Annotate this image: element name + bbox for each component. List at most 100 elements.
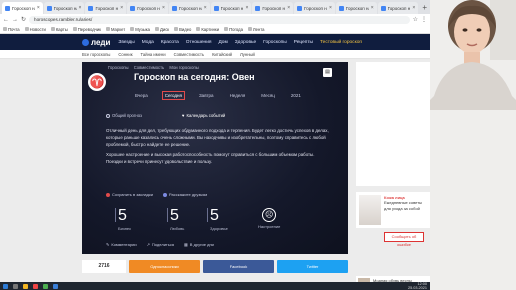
bookmark-item[interactable]: Музыка — [130, 27, 150, 32]
calendar-link[interactable]: ♥ Календарь событий — [182, 113, 225, 118]
subnav-item[interactable]: Лунный — [240, 52, 255, 57]
search-icon[interactable] — [13, 283, 18, 289]
close-tab-icon[interactable]: × — [120, 5, 123, 11]
nav-item[interactable]: Гороскопы — [263, 40, 287, 45]
subnav-item[interactable]: Китайский — [212, 52, 232, 57]
breadcrumb: Гороскопы Совместимость Мои гороскопы — [108, 65, 203, 70]
share-icon: ↗ — [146, 242, 150, 247]
nav-item[interactable]: Красота — [161, 40, 179, 45]
breadcrumb-item[interactable]: Гороскопы — [108, 65, 129, 70]
browser-tab[interactable]: Гороскоп на се× — [294, 2, 335, 14]
menu-icon[interactable]: ⋮ — [421, 16, 427, 23]
site-logo[interactable]: леди — [82, 38, 110, 47]
browser-tab[interactable]: Гороскоп на се× — [210, 2, 252, 14]
share-link[interactable]: ↗ Поделиться — [147, 242, 174, 247]
nav-item[interactable]: Здоровье — [235, 40, 256, 45]
breadcrumb-item[interactable]: Совместимость — [134, 65, 165, 70]
back-icon[interactable]: ← — [3, 17, 9, 23]
comments-link[interactable]: ✎ Комментарии — [106, 242, 137, 247]
bookmark-item[interactable]: Новости — [24, 27, 46, 32]
bookmark-item[interactable]: Диск — [155, 27, 169, 32]
share-facebook-button[interactable]: Facebook — [203, 260, 274, 273]
bookmark-item[interactable]: Картинки — [196, 27, 219, 32]
tab-yesterday[interactable]: Вчера — [133, 92, 150, 99]
tab-month[interactable]: Месяц — [259, 92, 277, 99]
close-tab-icon[interactable]: × — [162, 5, 165, 11]
app-icon[interactable] — [43, 283, 48, 289]
nav-item[interactable]: Отношения — [186, 40, 212, 45]
close-tab-icon[interactable]: × — [329, 5, 332, 11]
close-tab-icon[interactable]: × — [79, 5, 82, 11]
forecast-switch[interactable]: Общий прогноз — [106, 113, 142, 118]
star-icon[interactable]: ☆ — [413, 16, 418, 23]
print-icon[interactable]: ▤ — [323, 68, 332, 77]
nav-item[interactable]: Рецепты — [294, 40, 313, 45]
bookmark-item[interactable]: Видео — [174, 27, 191, 32]
folder-icon[interactable] — [23, 283, 28, 289]
top-navigation: Звезды Мода Красота Отношения Дом Здоров… — [118, 40, 362, 45]
subnav-item[interactable]: Все гороскопы — [82, 52, 110, 57]
share-twitter-button[interactable]: Twitter — [277, 260, 348, 273]
browser-tab[interactable]: Гороскоп на се× — [252, 2, 294, 14]
browser-tab[interactable]: Гороскоп на се× — [335, 2, 377, 14]
browser-tab[interactable]: Гороскоп на се× — [85, 2, 127, 14]
tab-today[interactable]: Сегодня — [161, 91, 185, 100]
bookmark-link[interactable]: Сохранить в закладки — [106, 192, 153, 197]
ad-placeholder — [356, 62, 430, 186]
comment-icon: ✎ — [106, 242, 110, 247]
bookmark-item[interactable]: Погода — [224, 27, 243, 32]
subnav-item[interactable]: Сонник — [118, 52, 132, 57]
close-tab-icon[interactable]: × — [287, 5, 290, 11]
app-icon[interactable] — [53, 283, 58, 289]
browser-tab[interactable]: Гороскоп на се× — [127, 2, 168, 14]
browser-tab[interactable]: Гороскоп на се× — [377, 2, 419, 14]
browser-tab-bar: Гороскоп на се× Гороскоп на се× Гороскоп… — [0, 0, 430, 14]
close-tab-icon[interactable]: × — [412, 5, 415, 11]
url-field[interactable]: horoscopes.rambler.ru/aries/ — [29, 15, 410, 24]
close-tab-icon[interactable]: × — [371, 5, 374, 11]
feedback-button[interactable]: Сообщить об ошибке — [384, 232, 424, 247]
forward-icon[interactable]: → — [12, 17, 18, 23]
favicon-icon — [5, 5, 10, 11]
webcam-overlay — [430, 0, 516, 290]
browser-tab[interactable]: Гороскоп на се× — [2, 2, 43, 14]
favicon-icon — [46, 5, 52, 11]
browser-icon[interactable] — [33, 283, 38, 289]
tab-year[interactable]: 2021 — [289, 92, 303, 99]
favicon-icon — [338, 5, 344, 11]
share-link[interactable]: Расскажите друзьям — [162, 192, 207, 197]
close-tab-icon[interactable]: × — [204, 5, 207, 11]
bookmark-item[interactable]: Лента — [247, 27, 265, 32]
breadcrumb-item[interactable]: Мои гороскопы — [169, 65, 198, 70]
score-label: Здоровье — [210, 226, 228, 231]
bookmark-item[interactable]: Карты — [50, 27, 68, 32]
bookmark-item[interactable]: Почта — [3, 27, 20, 32]
paragraph: Отличный день для дел, требующих обдуман… — [106, 128, 329, 147]
browser-tab[interactable]: Гороскоп на се× — [43, 2, 85, 14]
start-icon[interactable] — [3, 283, 8, 289]
score-value: 5 — [210, 207, 219, 224]
subnav-item[interactable]: Тайна имени — [141, 52, 166, 57]
nav-item[interactable]: Дом — [218, 40, 227, 45]
new-tab-button[interactable]: + — [419, 2, 430, 14]
bookmark-icon — [196, 27, 201, 31]
nav-item-highlight[interactable]: Тестовый гороскоп — [320, 40, 362, 45]
nav-item[interactable]: Мода — [142, 40, 154, 45]
bookmark-item[interactable]: Маркет — [106, 27, 125, 32]
sidebar-promo[interactable]: Кожа лица Ежедневные советы для ухода за… — [356, 192, 430, 228]
nav-item[interactable]: Звезды — [118, 40, 134, 45]
horoscope-text: Отличный день для дел, требующих обдуман… — [106, 128, 330, 170]
tab-tomorrow[interactable]: Завтра — [197, 92, 216, 99]
reload-icon[interactable]: ↻ — [21, 16, 26, 23]
close-tab-icon[interactable]: × — [37, 5, 40, 11]
promo-text: Ежедневные советы для ухода за собой — [384, 200, 422, 211]
bookmark-item[interactable]: Переводчик — [72, 27, 101, 32]
browser-tab[interactable]: Гороскоп на се× — [168, 2, 210, 14]
subnav-item[interactable]: Совместимость — [174, 52, 205, 57]
tab-week[interactable]: Неделя — [228, 92, 248, 99]
page-title: Гороскоп на сегодня: Овен — [134, 72, 255, 82]
other-days-link[interactable]: ▦ В другие дни — [184, 242, 214, 247]
close-tab-icon[interactable]: × — [245, 5, 248, 11]
share-ok-button[interactable]: Одноклассники — [129, 260, 200, 273]
os-taskbar — [0, 282, 430, 290]
